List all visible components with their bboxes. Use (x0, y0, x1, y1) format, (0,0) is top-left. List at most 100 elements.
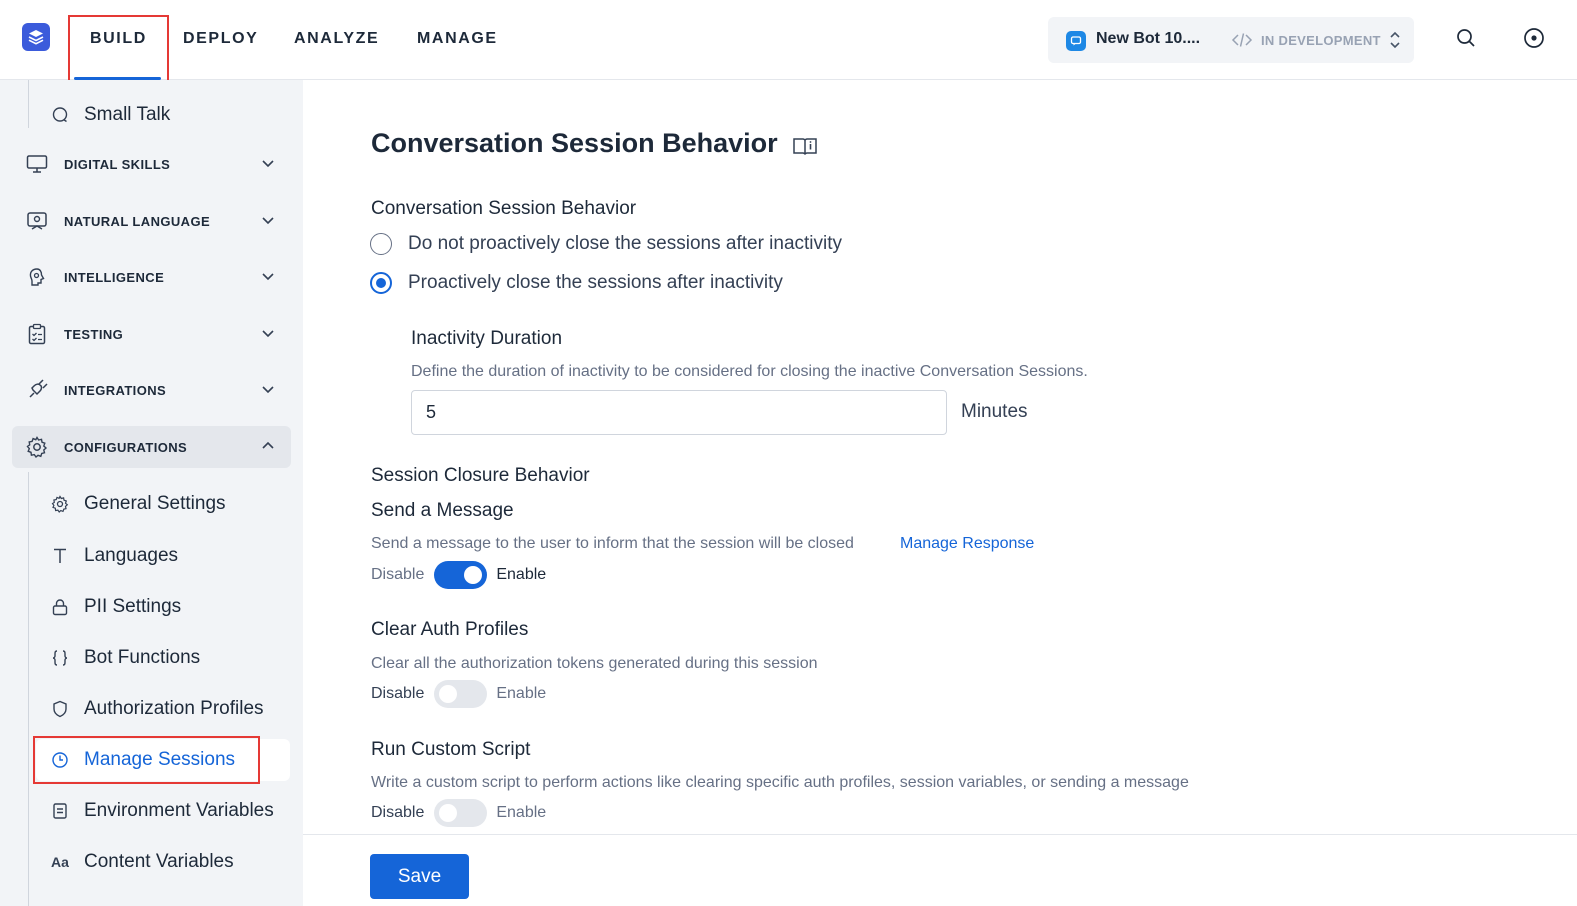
toggle-knob (439, 804, 458, 822)
sidebar-group-label: CONFIGURATIONS (64, 439, 188, 455)
plug-icon (25, 378, 49, 402)
tree-line (28, 472, 29, 906)
inactivity-duration-title: Inactivity Duration (411, 328, 563, 349)
search-icon[interactable] (1455, 27, 1479, 51)
chevron-down-icon (262, 330, 274, 338)
bot-selector[interactable]: New Bot 10.... IN DEVELOPMENT (1048, 17, 1414, 63)
clipboard-check-icon (25, 322, 49, 346)
radio-label: Proactively close the sessions after ina… (408, 272, 783, 293)
bot-status-text: IN DEVELOPMENT (1261, 32, 1381, 48)
radio-do-not-close[interactable]: Do not proactively close the sessions af… (370, 233, 842, 255)
lock-icon (50, 597, 70, 617)
sidebar-item-label: Authorization Profiles (84, 698, 264, 719)
tab-manage[interactable]: MANAGE (417, 0, 498, 80)
custom-script-toggle-row: Disable Enable (371, 799, 546, 827)
radio-button-selected[interactable] (370, 272, 392, 294)
sidebar-item-label: Bot Functions (84, 647, 201, 668)
session-closure-label: Session Closure Behavior (371, 465, 590, 486)
toggle-knob (464, 566, 483, 584)
sidebar-item-label: Manage Sessions (84, 749, 236, 770)
toggle-enable-label: Enable (496, 685, 547, 702)
chevron-down-icon (262, 217, 274, 225)
tab-build[interactable]: BUILD (90, 0, 147, 80)
sidebar-group-configurations[interactable]: CONFIGURATIONS (12, 426, 291, 468)
page-title: Conversation Session Behavior (371, 128, 778, 158)
book-info-icon[interactable] (792, 136, 818, 156)
sidebar: Small Talk DIGITAL SKILLS NATURAL LANGUA… (0, 80, 303, 906)
chevron-down-icon (262, 160, 274, 168)
sidebar-group-natural-language[interactable]: NATURAL LANGUAGE (12, 200, 291, 242)
code-icon (1231, 33, 1253, 47)
chevron-down-icon (262, 273, 274, 281)
sidebar-item-manage-sessions[interactable]: Manage Sessions (36, 739, 290, 781)
text-type-icon (50, 546, 70, 566)
chevron-down-icon (262, 386, 274, 394)
sidebar-item-authorization-profiles[interactable]: Authorization Profiles (36, 688, 290, 730)
inactivity-duration-input[interactable] (411, 390, 947, 435)
tab-analyze[interactable]: ANALYZE (294, 0, 379, 80)
chevron-up-icon (262, 441, 274, 449)
toggle-disable-label: Disable (371, 566, 425, 583)
clear-auth-toggle[interactable] (434, 680, 488, 708)
clear-auth-toggle-row: Disable Enable (371, 680, 546, 708)
toggle-disable-label: Disable (371, 804, 425, 821)
clock-icon (50, 750, 70, 770)
sidebar-item-small-talk[interactable]: Small Talk (36, 94, 290, 136)
sidebar-item-label: Content Variables (84, 851, 234, 872)
manage-response-link[interactable]: Manage Response (900, 535, 1034, 553)
settings-target-icon[interactable] (1523, 27, 1547, 51)
bot-name: New Bot 10.... (1096, 30, 1201, 47)
radio-proactively-close[interactable]: Proactively close the sessions after ina… (370, 272, 783, 294)
sidebar-group-label: INTELLIGENCE (64, 269, 165, 285)
sidebar-item-environment-variables[interactable]: Environment Variables (36, 790, 290, 832)
custom-script-description: Write a custom script to perform actions… (371, 774, 1189, 791)
bot-chat-icon (1066, 31, 1086, 51)
sidebar-group-label: INTEGRATIONS (64, 382, 167, 398)
inactivity-duration-description: Define the duration of inactivity to be … (411, 363, 1088, 380)
tab-deploy[interactable]: DEPLOY (183, 0, 258, 80)
sidebar-item-pii-settings[interactable]: PII Settings (36, 586, 290, 628)
sidebar-item-label: Small Talk (84, 104, 171, 125)
sidebar-group-intelligence[interactable]: INTELLIGENCE (12, 256, 291, 298)
monitor-icon (25, 152, 49, 176)
sidebar-item-bot-functions[interactable]: Bot Functions (36, 637, 290, 679)
sidebar-item-label: PII Settings (84, 596, 182, 617)
clear-auth-description: Clear all the authorization tokens gener… (371, 655, 818, 672)
radio-button[interactable] (370, 233, 392, 255)
toggle-knob (439, 685, 458, 703)
sidebar-group-label: TESTING (64, 326, 124, 342)
session-behavior-label: Conversation Session Behavior (371, 198, 637, 219)
send-message-toggle-row: Disable Enable (371, 561, 546, 589)
sidebar-group-digital-skills[interactable]: DIGITAL SKILLS (12, 143, 291, 185)
save-button[interactable]: Save (370, 854, 469, 899)
tree-line (28, 80, 29, 128)
document-icon (50, 801, 70, 821)
chevron-updown-icon (1390, 31, 1400, 49)
footer-bar: Save (303, 834, 1577, 906)
sidebar-group-testing[interactable]: TESTING (12, 313, 291, 355)
custom-script-title: Run Custom Script (371, 739, 531, 760)
send-message-toggle[interactable] (434, 561, 488, 589)
sidebar-item-languages[interactable]: Languages (36, 535, 290, 577)
app-logo-icon[interactable] (22, 23, 50, 51)
bot-status: IN DEVELOPMENT (1231, 30, 1401, 50)
radio-label: Do not proactively close the sessions af… (408, 233, 843, 254)
custom-script-toggle[interactable] (434, 799, 488, 827)
inactivity-units: Minutes (961, 401, 1028, 422)
main-content: Conversation Session Behavior Conversati… (303, 80, 1577, 834)
toggle-disable-label: Disable (371, 685, 425, 702)
font-size-icon: Aa (51, 854, 69, 870)
chat-bubble-icon (50, 105, 70, 125)
sidebar-group-label: DIGITAL SKILLS (64, 156, 171, 172)
sidebar-group-integrations[interactable]: INTEGRATIONS (12, 369, 291, 411)
brain-icon (25, 265, 49, 289)
sidebar-item-label: Environment Variables (84, 800, 274, 821)
toggle-enable-label: Enable (496, 804, 547, 821)
sidebar-item-content-variables[interactable]: Aa Content Variables (36, 841, 290, 883)
sidebar-item-general-settings[interactable]: General Settings (36, 483, 290, 525)
top-navigation-bar: BUILD DEPLOY ANALYZE MANAGE New Bot 10..… (0, 0, 1577, 80)
send-message-description: Send a message to the user to inform tha… (371, 535, 854, 552)
shield-icon (50, 699, 70, 719)
language-icon (25, 209, 49, 233)
braces-icon (50, 648, 70, 668)
